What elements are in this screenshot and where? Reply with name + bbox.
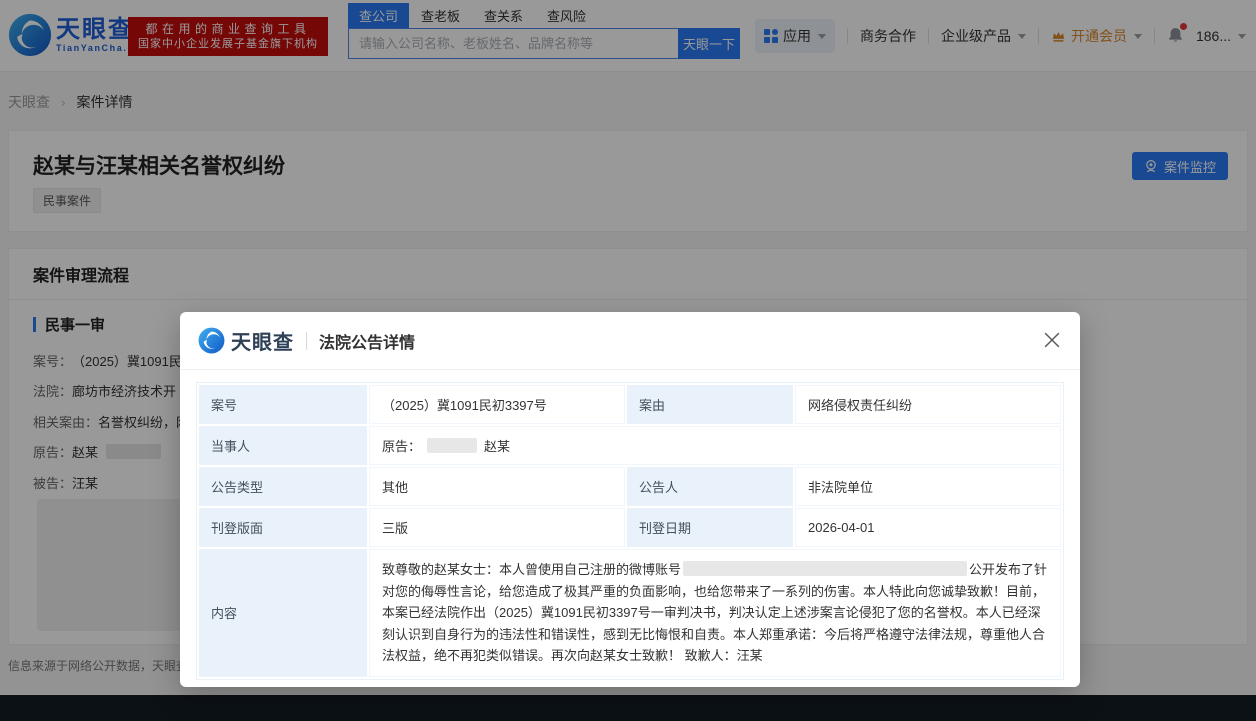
publish-date-value: 2026-04-01 — [795, 508, 1061, 547]
announcement-type-value: 其他 — [369, 467, 625, 506]
content-label: 内容 — [199, 549, 367, 677]
case-no-value: （2025）冀1091民初3397号 — [369, 385, 625, 424]
modal-title: 法院公告详情 — [319, 329, 415, 353]
table-row: 刊登版面 三版 刊登日期 2026-04-01 — [199, 508, 1061, 547]
redacted-text — [683, 561, 967, 576]
page-edition-value: 三版 — [369, 508, 625, 547]
party-label: 当事人 — [199, 426, 367, 465]
table-row: 内容 致尊敬的赵某女士：本人曾使用自己注册的微博账号公开发布了针对您的侮辱性言论… — [199, 549, 1061, 677]
announcer-value: 非法院单位 — [795, 467, 1061, 506]
divider — [306, 332, 307, 350]
announcement-detail-table: 案号 （2025）冀1091民初3397号 案由 网络侵权责任纠纷 当事人 原告… — [196, 382, 1064, 680]
court-announcement-modal: 天眼查 法院公告详情 案号 （2025）冀1091民初3397号 案由 网络侵权… — [180, 312, 1080, 687]
table-row: 公告类型 其他 公告人 非法院单位 — [199, 467, 1061, 506]
party-value: 原告： 赵某 — [369, 426, 1061, 465]
tianyancha-logo-icon — [198, 327, 225, 354]
case-no-label: 案号 — [199, 385, 367, 424]
cause-label: 案由 — [627, 385, 793, 424]
party-prefix: 原告： — [382, 439, 421, 454]
announcer-label: 公告人 — [627, 467, 793, 506]
page-edition-label: 刊登版面 — [199, 508, 367, 547]
content-part2: 公开发布了针对您的侮辱性言论，给您造成了极其严重的负面影响，也给您带来了一系列的… — [382, 562, 1047, 663]
cause-value: 网络侵权责任纠纷 — [795, 385, 1061, 424]
modal-brand: 天眼查 — [231, 326, 294, 355]
modal-header: 天眼查 法院公告详情 — [180, 312, 1080, 370]
announcement-type-label: 公告类型 — [199, 467, 367, 506]
table-row: 案号 （2025）冀1091民初3397号 案由 网络侵权责任纠纷 — [199, 385, 1061, 424]
table-row: 当事人 原告： 赵某 — [199, 426, 1061, 465]
content-value: 致尊敬的赵某女士：本人曾使用自己注册的微博账号公开发布了针对您的侮辱性言论，给您… — [369, 549, 1061, 677]
redacted-text — [427, 438, 477, 453]
publish-date-label: 刊登日期 — [627, 508, 793, 547]
content-part1: 致尊敬的赵某女士：本人曾使用自己注册的微博账号 — [382, 562, 681, 577]
close-icon[interactable] — [1042, 330, 1062, 350]
party-name: 赵某 — [484, 439, 510, 454]
